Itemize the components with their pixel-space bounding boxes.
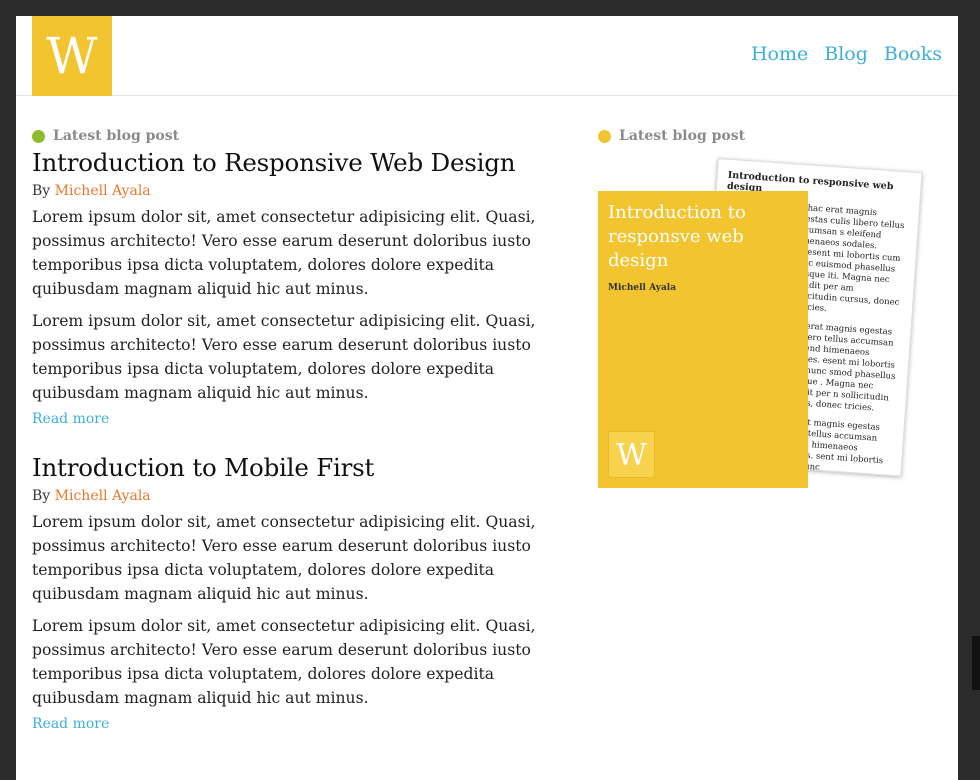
read-more-link[interactable]: Read more <box>32 716 547 732</box>
yellow-dot-icon <box>598 129 611 143</box>
blog-post: Introduction to Responsive Web Design By… <box>32 148 547 427</box>
site-header: W Home Blog Books <box>16 16 958 96</box>
post-paragraph: Lorem ipsum dolor sit, amet consectetur … <box>32 513 536 603</box>
scrollbar-thumb[interactable] <box>972 636 980 690</box>
post-byline: By Michell Ayala <box>32 488 547 504</box>
book-cover-logo: W <box>608 431 655 478</box>
nav-books-link[interactable]: Books <box>884 43 942 65</box>
green-dot-icon <box>32 129 45 143</box>
nav-blog-link[interactable]: Blog <box>824 43 868 65</box>
byline-prefix: By <box>32 488 51 504</box>
post-paragraph: Lorem ipsum dolor sit, amet consectetur … <box>32 208 536 298</box>
featured-book: Latest blog post Introduction to respons… <box>598 128 943 488</box>
latest-post-kicker: Latest blog post <box>32 128 547 144</box>
blog-post-list: Latest blog post Introduction to Respons… <box>32 128 547 732</box>
book-cover[interactable]: Introduction to responsve web design Mic… <box>598 191 808 488</box>
post-paragraph: Lorem ipsum dolor sit, amet consectetur … <box>32 312 536 402</box>
read-more-link[interactable]: Read more <box>32 411 547 427</box>
blog-post: Introduction to Mobile First By Michell … <box>32 453 547 732</box>
main-nav: Home Blog Books <box>751 43 942 65</box>
post-title[interactable]: Introduction to Mobile First <box>32 453 547 482</box>
byline-prefix: By <box>32 183 51 199</box>
aside-kicker-label: Latest blog post <box>619 128 746 144</box>
book-cover-title: Introduction to responsve web design <box>608 202 746 271</box>
kicker-label: Latest blog post <box>53 128 180 144</box>
author-link[interactable]: Michell Ayala <box>55 488 151 504</box>
post-byline: By Michell Ayala <box>32 183 547 199</box>
book-cover-author: Michell Ayala <box>608 283 677 293</box>
page: W Home Blog Books Latest blog post Intro… <box>16 16 958 780</box>
author-link[interactable]: Michell Ayala <box>55 183 151 199</box>
post-title[interactable]: Introduction to Responsive Web Design <box>32 148 547 177</box>
post-paragraph: Lorem ipsum dolor sit, amet consectetur … <box>32 617 536 707</box>
site-logo[interactable]: W <box>32 16 112 96</box>
aside-kicker: Latest blog post <box>598 128 943 144</box>
nav-home-link[interactable]: Home <box>751 43 808 65</box>
